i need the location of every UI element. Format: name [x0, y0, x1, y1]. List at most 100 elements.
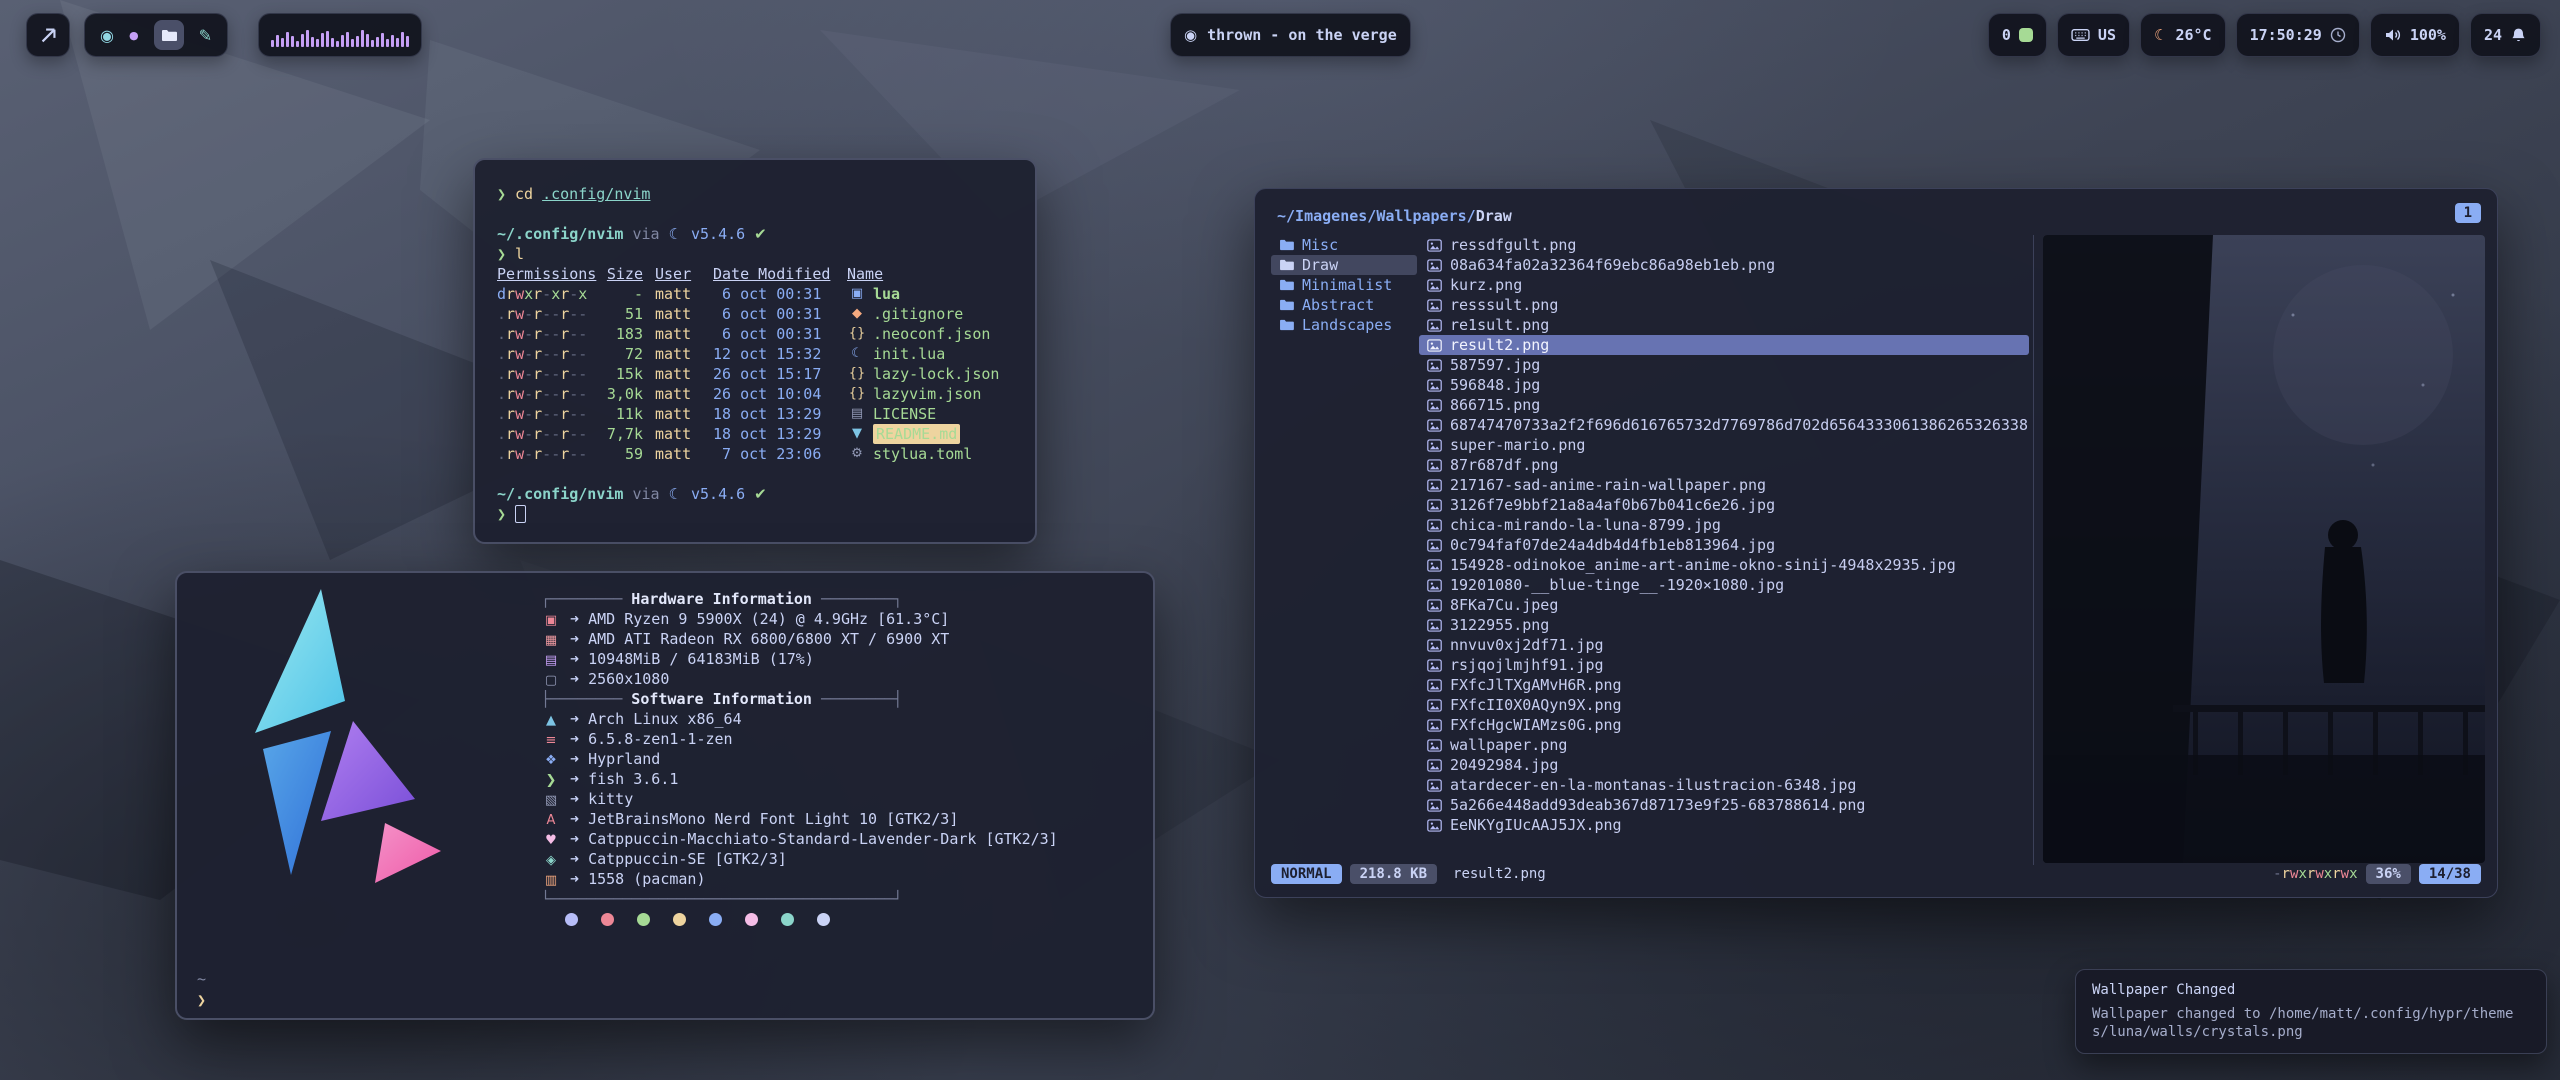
terminal-icon: ▧: [541, 791, 561, 811]
visualizer-bar: [396, 38, 399, 47]
sidebar-folder[interactable]: Abstract: [1271, 295, 1417, 315]
user-cell: matt: [655, 424, 701, 444]
file-row[interactable]: super-mario.png: [1419, 435, 2029, 455]
workspace-disc-icon[interactable]: ◉: [100, 26, 114, 45]
file-row[interactable]: wallpaper.png: [1419, 735, 2029, 755]
file-row[interactable]: FXfcHgcWIAMzs0G.png: [1419, 715, 2029, 735]
visualizer-bar: [301, 34, 304, 47]
file-row[interactable]: 20492984.jpg: [1419, 755, 2029, 775]
clock-module[interactable]: 17:50:29: [2236, 13, 2360, 57]
check-icon: ✔: [754, 224, 767, 244]
breadcrumb: ~/Imagenes/Wallpapers/Draw: [1277, 207, 1512, 225]
file-row[interactable]: ressdfgult.png: [1419, 235, 2029, 255]
file-row[interactable]: rsjqojlmjhf91.jpg: [1419, 655, 2029, 675]
launcher-button[interactable]: [26, 13, 70, 57]
listing-header-cell: Permissions: [497, 264, 589, 284]
date-cell: 18 oct 13:29: [713, 424, 835, 444]
sidebar-folder[interactable]: Misc: [1271, 235, 1417, 255]
listing-row: .rw-r--r--11kmatt18 oct 13:29▤LICENSE: [497, 404, 1013, 424]
file-row[interactable]: nnvuv0xj2df71.jpg: [1419, 635, 2029, 655]
file-row[interactable]: 217167-sad-anime-rain-wallpaper.png: [1419, 475, 2029, 495]
size-cell: 7,7k: [601, 424, 643, 444]
file-row[interactable]: chica-mirando-la-luna-8799.jpg: [1419, 515, 2029, 535]
file-row[interactable]: FXfcJlTXgAMvH6R.png: [1419, 675, 2029, 695]
file-row[interactable]: 87r687df.png: [1419, 455, 2029, 475]
arrow-icon: ➜: [570, 710, 579, 728]
arrow-icon: ➜: [570, 650, 579, 668]
visualizer-bar: [286, 32, 289, 47]
blank-line: [497, 464, 1013, 484]
file-row[interactable]: 19201080-__blue-tinge__-1920×1080.jpg: [1419, 575, 2029, 595]
visualizer-bar: [351, 39, 354, 47]
file-row[interactable]: FXfcII0X0AQyn9X.png: [1419, 695, 2029, 715]
system-info: ┌──────── Hardware Information ────────┐…: [541, 589, 1058, 909]
permissions-cell: .rw-r--r--: [497, 324, 589, 344]
file-row[interactable]: 0c794faf07de24a4db4d4fb1eb813964.jpg: [1419, 535, 2029, 555]
file-row[interactable]: kurz.png: [1419, 275, 2029, 295]
file-manager-window[interactable]: ~/Imagenes/Wallpapers/Draw 1 MiscDrawMin…: [1254, 188, 2498, 898]
image-file-icon: [1427, 819, 1442, 832]
listing-row: .rw-r--r--15kmatt26 oct 15:17{}lazy-lock…: [497, 364, 1013, 384]
terminal-row: ▧ ➜ kitty: [541, 789, 1058, 809]
keyboard-layout-module[interactable]: US: [2057, 13, 2130, 57]
prompt-input-line[interactable]: ❯: [497, 504, 1013, 524]
arrow-icon: ➜: [570, 790, 579, 808]
workspace-pen-icon[interactable]: ✎: [199, 26, 212, 45]
prompt-symbol: ❯: [497, 184, 506, 204]
kernel-row: ≡ ➜ 6.5.8-zen1-1-zen: [541, 729, 1058, 749]
notification-body: Wallpaper changed to /home/matt/.config/…: [2092, 1005, 2530, 1041]
terminal-window[interactable]: ❯ cd .config/nvim ~/.config/nvim via ☾ v…: [473, 158, 1037, 544]
image-file-icon: [1427, 419, 1442, 432]
notifications-module[interactable]: 24: [2470, 13, 2541, 57]
size-cell: 51: [601, 304, 643, 324]
visualizer-bar: [291, 36, 294, 47]
file-row[interactable]: resssult.png: [1419, 295, 2029, 315]
file-row[interactable]: result2.png: [1419, 335, 2029, 355]
memory-icon: ▤: [541, 651, 561, 671]
weather-module[interactable]: ☾ 26°C: [2140, 13, 2226, 57]
visualizer-bar: [296, 41, 299, 47]
theme-row: ♥ ➜ Catppuccin-Macchiato-Standard-Lavend…: [541, 829, 1058, 849]
music-player-pill[interactable]: ◉ thrown - on the verge: [1170, 13, 1411, 57]
workspace-dot-icon[interactable]: ●: [129, 29, 139, 42]
notification-popup[interactable]: Wallpaper Changed Wallpaper changed to /…: [2075, 969, 2547, 1054]
file-row[interactable]: re1sult.png: [1419, 315, 2029, 335]
file-row[interactable]: 68747470733a2f2f696d616765732d7769786d70…: [1419, 415, 2029, 435]
image-file-icon: [1427, 379, 1442, 392]
visualizer-bar: [376, 37, 379, 47]
file-row[interactable]: 154928-odinokoe_anime-art-anime-okno-sin…: [1419, 555, 2029, 575]
image-file-icon: [1427, 519, 1442, 532]
visualizer-widget[interactable]: [258, 13, 422, 57]
file-row[interactable]: 596848.jpg: [1419, 375, 2029, 395]
sidebar-folder[interactable]: Draw: [1271, 255, 1417, 275]
cpu-icon: ▣: [541, 611, 561, 631]
fastfetch-window[interactable]: ┌──────── Hardware Information ────────┐…: [175, 571, 1155, 1020]
listing-header-cell: Name: [847, 264, 1013, 284]
file-row[interactable]: 08a634fa02a32364f69ebc86a98eb1eb.png: [1419, 255, 2029, 275]
palette-dot: [673, 913, 686, 926]
tab-indicator[interactable]: 1: [2455, 203, 2481, 223]
volume-module[interactable]: 100%: [2370, 13, 2460, 57]
theme-icon: ♥: [541, 831, 561, 851]
file-row[interactable]: EeNKYgIUcAAJ5JX.png: [1419, 815, 2029, 835]
user-cell: matt: [655, 324, 701, 344]
bell-icon: [2510, 27, 2527, 44]
sidebar-folder[interactable]: Landscapes: [1271, 315, 1417, 335]
visualizer-bar: [356, 36, 359, 47]
gpu-row: ▦ ➜ AMD ATI Radeon RX 6800/6800 XT / 690…: [541, 629, 1058, 649]
palette-dot: [709, 913, 722, 926]
file-row[interactable]: atardecer-en-la-montanas-ilustracion-634…: [1419, 775, 2029, 795]
file-row[interactable]: 8FKa7Cu.jpeg: [1419, 595, 2029, 615]
listing-header: PermissionsSizeUserDate ModifiedName: [497, 264, 1013, 284]
file-row[interactable]: 587597.jpg: [1419, 355, 2029, 375]
file-row[interactable]: 3126f7e9bbf21a8a4af0b67b041c6e26.jpg: [1419, 495, 2029, 515]
workspace-folder-icon[interactable]: [154, 20, 184, 50]
file-row[interactable]: 866715.png: [1419, 395, 2029, 415]
arrow-icon: ➜: [570, 770, 579, 788]
updates-module[interactable]: 0: [1988, 13, 2047, 57]
sidebar-folder[interactable]: Minimalist: [1271, 275, 1417, 295]
file-row[interactable]: 3122955.png: [1419, 615, 2029, 635]
file-row[interactable]: 5a266e448add93deab367d87173e9f25-6837886…: [1419, 795, 2029, 815]
permissions-cell: .rw-r--r--: [497, 384, 589, 404]
prompt-symbol[interactable]: ❯: [197, 990, 206, 1010]
